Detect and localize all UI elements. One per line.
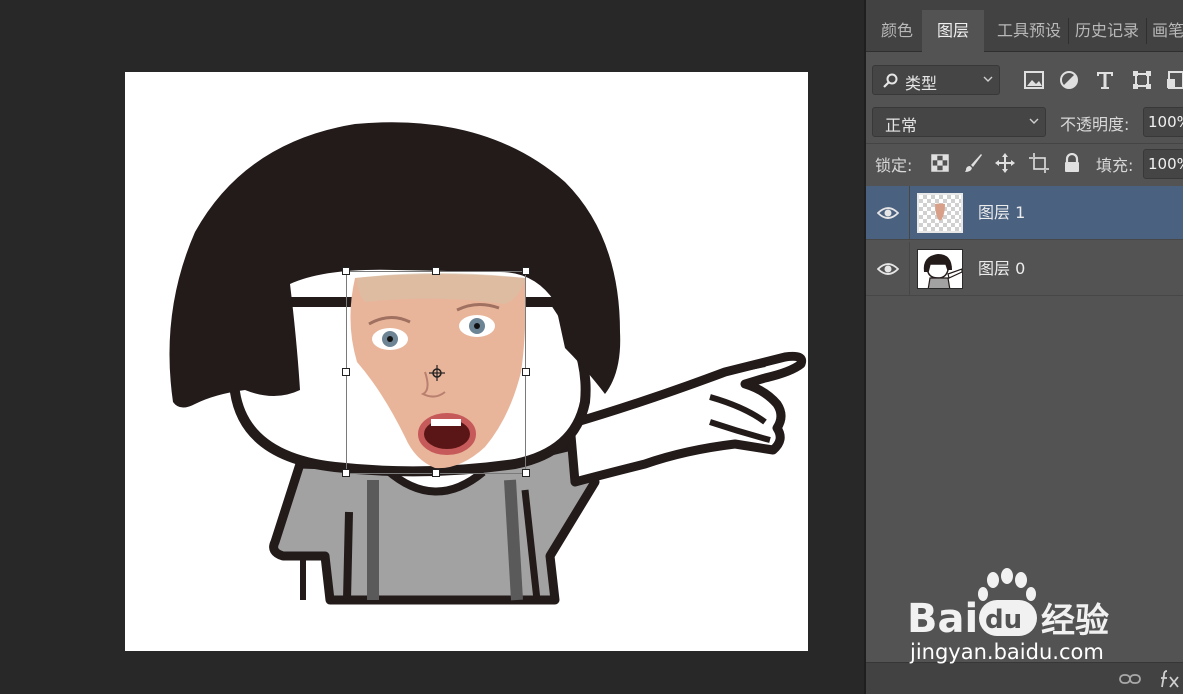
canvas-workspace[interactable] xyxy=(0,0,864,694)
opacity-input[interactable]: 100% xyxy=(1143,107,1183,137)
move-icon xyxy=(995,153,1015,173)
blend-opacity-row: 正常 不透明度: 100% xyxy=(866,104,1183,140)
filter-kind-label: 类型 xyxy=(905,74,938,93)
opacity-label: 不透明度: xyxy=(1060,115,1130,134)
layer-row-0[interactable]: 图层 0 xyxy=(866,242,1183,296)
lock-label: 锁定: xyxy=(875,156,913,175)
face-thumbnail-icon xyxy=(935,203,945,221)
lock-artboard-button[interactable] xyxy=(1027,151,1051,175)
lock-fill-row: 锁定: 填充: 100% xyxy=(866,143,1183,182)
chevron-down-icon xyxy=(983,76,993,82)
layer-style-button[interactable] xyxy=(1158,667,1182,691)
fill-label: 填充: xyxy=(1096,156,1134,175)
layer-1-visibility-toggle[interactable] xyxy=(866,186,910,240)
tab-history[interactable]: 历史记录 xyxy=(1072,10,1142,52)
document-canvas[interactable] xyxy=(125,72,808,651)
layers-panel: 颜色 图层 工具预设 历史记录 画笔 类型 正常 不透明度: 100 锁定: 填… xyxy=(866,0,1183,694)
filter-shape-layers-button[interactable] xyxy=(1130,68,1154,92)
link-layers-button[interactable] xyxy=(1118,667,1142,691)
link-icon xyxy=(1119,674,1141,684)
layer-row-1[interactable]: 图层 1 xyxy=(866,186,1183,240)
eye-icon xyxy=(876,207,899,219)
transform-handle-top-right[interactable] xyxy=(522,267,530,275)
fill-input[interactable]: 100% xyxy=(1143,149,1183,179)
checkerboard-icon xyxy=(931,154,949,172)
fx-icon xyxy=(1161,670,1179,688)
lock-transparent-pixels-button[interactable] xyxy=(928,151,952,175)
watermark-url: jingyan.baidu.com xyxy=(910,640,1104,664)
filter-pixel-layers-button[interactable] xyxy=(1022,68,1046,92)
layer-0-name[interactable]: 图层 0 xyxy=(978,242,1025,296)
panel-tab-bar: 颜色 图层 工具预设 历史记录 画笔 xyxy=(866,10,1183,52)
layer-1-thumbnail[interactable] xyxy=(917,193,963,233)
blend-mode-value: 正常 xyxy=(885,116,918,135)
tab-separator xyxy=(1146,18,1147,44)
photoshop-window: 颜色 图层 工具预设 历史记录 画笔 类型 正常 不透明度: 100 锁定: 填… xyxy=(0,0,1183,694)
layer-1-name[interactable]: 图层 1 xyxy=(978,186,1025,240)
brush-icon xyxy=(965,154,982,172)
smart-object-icon xyxy=(1167,71,1183,89)
lock-icon xyxy=(1065,153,1079,172)
panel-top-strip xyxy=(866,0,1183,10)
layer-filter-row: 类型 xyxy=(866,60,1183,100)
tab-color[interactable]: 颜色 xyxy=(874,10,920,52)
eye-icon xyxy=(876,263,899,275)
tab-layers[interactable]: 图层 xyxy=(922,10,984,52)
transform-handle-left[interactable] xyxy=(342,368,350,376)
chevron-down-icon xyxy=(1029,118,1039,124)
lock-image-pixels-button[interactable] xyxy=(961,151,985,175)
layers-panel-bottom-bar xyxy=(866,662,1183,694)
tab-brushes[interactable]: 画笔 xyxy=(1150,10,1183,52)
meme-thumbnail-icon xyxy=(923,254,962,288)
transform-handle-bottom-right[interactable] xyxy=(522,469,530,477)
transform-handle-top-left[interactable] xyxy=(342,267,350,275)
transform-handle-right[interactable] xyxy=(522,368,530,376)
tab-tool-presets[interactable]: 工具预设 xyxy=(994,10,1064,52)
type-icon xyxy=(1097,72,1113,89)
transform-handle-bottom[interactable] xyxy=(432,469,440,477)
search-icon xyxy=(883,73,898,88)
lock-all-button[interactable] xyxy=(1060,151,1084,175)
shape-transform-icon xyxy=(1133,71,1151,89)
filter-type-layers-button[interactable] xyxy=(1093,68,1117,92)
layers-list: 图层 1 图层 0 xyxy=(866,186,1183,662)
layer-0-visibility-toggle[interactable] xyxy=(866,242,910,296)
tab-separator xyxy=(1068,18,1069,44)
transform-pivot-icon[interactable] xyxy=(429,365,445,381)
layer-0-thumbnail[interactable] xyxy=(917,249,963,289)
transform-bounding-box[interactable] xyxy=(342,267,530,477)
transform-handle-bottom-left[interactable] xyxy=(342,469,350,477)
filter-smart-object-button[interactable] xyxy=(1164,68,1183,92)
image-icon xyxy=(1024,71,1044,89)
lock-position-button[interactable] xyxy=(993,151,1017,175)
artboard-icon xyxy=(1029,153,1049,173)
filter-kind-select[interactable]: 类型 xyxy=(872,65,1000,95)
filter-adjustment-layers-button[interactable] xyxy=(1057,68,1081,92)
blend-mode-select[interactable]: 正常 xyxy=(872,107,1046,137)
adjustment-icon xyxy=(1060,71,1078,89)
transform-handle-top[interactable] xyxy=(432,267,440,275)
